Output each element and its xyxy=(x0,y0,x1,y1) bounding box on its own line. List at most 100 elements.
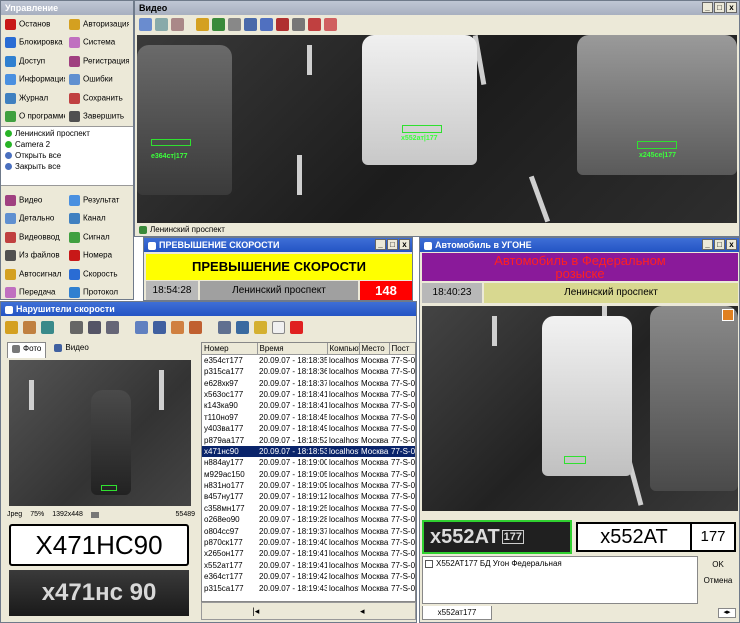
table-row[interactable]: у403ва177 20.09.07 - 18:18:49 localhost Мос… xyxy=(202,423,415,434)
table-row[interactable]: х563ос177 20.09.07 - 18:18:41 localhost Мос… xyxy=(202,389,415,400)
menu-item[interactable]: Журнал xyxy=(1,92,65,104)
speed-minimize-button[interactable]: _ xyxy=(375,239,386,250)
image-icon[interactable] xyxy=(212,17,225,31)
column-header[interactable]: Время xyxy=(257,343,328,355)
import-icon[interactable] xyxy=(171,320,184,334)
module-item[interactable]: Скорость xyxy=(65,268,129,280)
cancel-button[interactable]: Отмена xyxy=(698,574,738,588)
match-checkbox[interactable] xyxy=(425,559,433,568)
camera-icon[interactable] xyxy=(139,17,152,31)
stolen-minimize-button[interactable]: _ xyxy=(702,239,713,250)
document-icon[interactable] xyxy=(272,320,285,334)
export-icon[interactable] xyxy=(189,320,202,334)
table-row[interactable]: х552ат177 20.09.07 - 18:19:41 localhost Мос… xyxy=(202,560,415,571)
column-header[interactable]: Место xyxy=(359,343,390,355)
menu-item[interactable]: Блокировка xyxy=(1,37,65,49)
tab-photo[interactable]: Фото xyxy=(7,342,47,358)
menu-item[interactable]: Ошибки xyxy=(65,74,129,86)
table-row[interactable]: о804сс97 20.09.07 - 18:19:37 localhost Моск… xyxy=(202,525,415,536)
table-icon[interactable] xyxy=(5,320,18,334)
edit-icon[interactable] xyxy=(135,320,148,334)
menu-item[interactable]: Доступ xyxy=(1,55,65,67)
column-header[interactable]: Пост xyxy=(389,343,415,355)
nav-arrows[interactable]: ◂▸ xyxy=(718,608,736,618)
save-icon[interactable] xyxy=(260,17,273,31)
edit-icon[interactable] xyxy=(196,17,209,31)
match-item[interactable]: X552AT177 БД Угон Федеральная xyxy=(425,559,695,568)
stolen-close-button[interactable]: x xyxy=(726,239,737,250)
table-row[interactable]: р315са177 20.09.07 - 18:18:36 localhost Мос… xyxy=(202,366,415,377)
table-row[interactable]: н884ау177 20.09.07 - 18:19:00 localhost Мос… xyxy=(202,457,415,468)
menu-item[interactable]: Завершить xyxy=(65,111,129,123)
table-row[interactable]: е364ст177 20.09.07 - 18:19:42 localhost Мос… xyxy=(202,571,415,582)
folder-icon[interactable] xyxy=(254,320,267,334)
columns-icon[interactable] xyxy=(23,320,36,334)
menu-item[interactable]: Останов xyxy=(1,18,65,30)
table-row[interactable]: т110но97 20.09.07 - 18:18:45 localhost Моск… xyxy=(202,412,415,423)
zoom-in-icon[interactable] xyxy=(155,17,168,31)
record-icon[interactable] xyxy=(276,17,289,31)
table-row[interactable]: х471нс90 20.09.07 - 18:18:53 localhost Моск… xyxy=(202,445,415,458)
module-item[interactable]: Передача xyxy=(1,287,65,299)
stolen-video-frame[interactable] xyxy=(422,306,738,511)
tab-video[interactable]: Видео xyxy=(50,342,92,358)
image-icon[interactable] xyxy=(236,320,249,334)
table-row[interactable]: к143ка90 20.09.07 - 18:18:41 localhost Моск… xyxy=(202,400,415,411)
column-header[interactable]: Компьютер xyxy=(327,343,360,355)
delete-icon[interactable] xyxy=(290,320,303,334)
module-item[interactable]: Видео xyxy=(1,194,65,206)
module-item[interactable]: Номера xyxy=(65,250,129,262)
table-row[interactable]: е354ст177 20.09.07 - 18:18:35 localhost Мос… xyxy=(202,355,415,367)
alert-icon[interactable] xyxy=(722,309,734,321)
table-row[interactable]: р870ск177 20.09.07 - 18:19:40 localhost Мос… xyxy=(202,537,415,548)
refresh-icon[interactable] xyxy=(41,320,54,334)
menu-item[interactable]: О программе xyxy=(1,111,65,123)
speed-maximize-button[interactable]: □ xyxy=(387,239,398,250)
table-row[interactable]: е628хк97 20.09.07 - 18:18:37 localhost Моск… xyxy=(202,377,415,388)
export-icon[interactable] xyxy=(324,17,337,31)
tree-item[interactable]: Camera 2 xyxy=(1,139,133,150)
sort-icon[interactable] xyxy=(153,320,166,334)
module-item[interactable]: Результат xyxy=(65,194,129,206)
scroll-left-icon[interactable]: ◂ xyxy=(360,603,365,619)
table-row[interactable]: о268ео90 20.09.07 - 18:19:28 localhost Моск… xyxy=(202,514,415,525)
table-row[interactable]: в457ну177 20.09.07 - 18:19:12 localhost Мос… xyxy=(202,491,415,502)
tree-item[interactable]: Открыть все xyxy=(1,150,133,161)
table-row[interactable]: р879аа177 20.09.07 - 18:18:52 localhost Мос… xyxy=(202,434,415,445)
binoculars-icon[interactable] xyxy=(88,320,101,334)
filter-icon[interactable] xyxy=(70,320,83,334)
video-frame[interactable]: е364ст|177 х552ат|177 х245се|177 xyxy=(137,35,737,223)
stolen-maximize-button[interactable]: □ xyxy=(714,239,725,250)
maximize-button[interactable]: □ xyxy=(714,2,725,13)
column-header[interactable]: Номер xyxy=(202,343,258,355)
menu-item[interactable]: Регистрация xyxy=(65,55,129,67)
speed-close-button[interactable]: x xyxy=(399,239,410,250)
minimize-button[interactable]: _ xyxy=(702,2,713,13)
menu-item[interactable]: Авторизация xyxy=(65,18,129,30)
menu-item[interactable]: Система xyxy=(65,37,129,49)
table-row[interactable]: м929ас150 20.09.07 - 18:19:05 localhost Мос… xyxy=(202,469,415,480)
module-item[interactable]: Автосигнал xyxy=(1,268,65,280)
table-row[interactable]: х265он177 20.09.07 - 18:19:41 localhost Мос… xyxy=(202,548,415,559)
table-row[interactable]: н831но177 20.09.07 - 18:19:09 localhost Мос… xyxy=(202,480,415,491)
module-item[interactable]: Сигнал xyxy=(65,231,129,243)
menu-item[interactable]: Информация xyxy=(1,74,65,86)
close-button[interactable]: x xyxy=(726,2,737,13)
grid-icon[interactable] xyxy=(244,17,257,31)
menu-item[interactable]: Сохранить xyxy=(65,92,129,104)
table-row[interactable]: р315са177 20.09.07 - 18:19:43 localhost Мос… xyxy=(202,582,415,593)
module-item[interactable]: Из файлов xyxy=(1,250,65,262)
ok-button[interactable]: OK xyxy=(700,558,736,572)
print-icon[interactable] xyxy=(218,320,231,334)
settings-icon[interactable] xyxy=(228,17,241,31)
tree-item[interactable]: Ленинский проспект xyxy=(1,128,133,139)
module-item[interactable]: Протокол xyxy=(65,287,129,299)
flag-icon[interactable] xyxy=(308,17,321,31)
violator-photo[interactable] xyxy=(9,360,191,506)
zoom-out-icon[interactable] xyxy=(171,17,184,31)
clock-icon[interactable] xyxy=(292,17,305,31)
table-scrollbar[interactable]: |◂ ◂ xyxy=(201,602,416,620)
tree-item[interactable]: Закрыть все xyxy=(1,161,133,172)
scroll-first-icon[interactable]: |◂ xyxy=(252,603,259,619)
stolen-tab[interactable]: x552ат177 xyxy=(422,606,492,620)
